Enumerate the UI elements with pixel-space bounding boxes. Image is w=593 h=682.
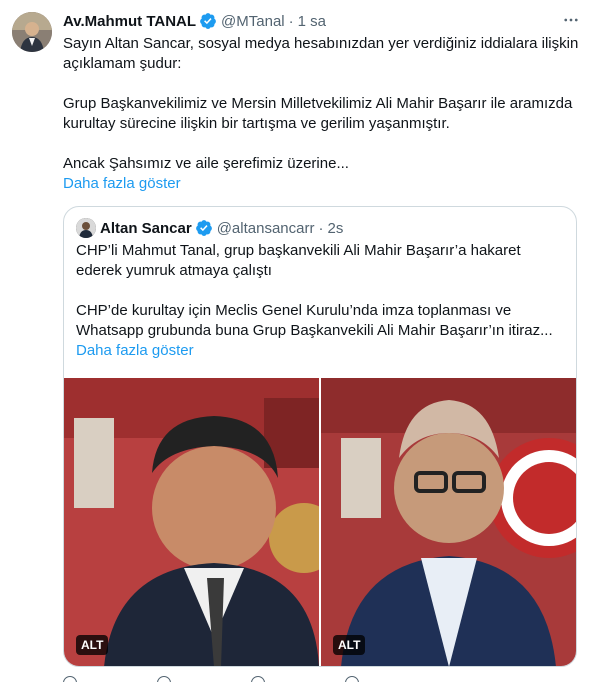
quoted-author-name[interactable]: Altan Sancar	[100, 220, 192, 237]
quoted-tweet-text: CHP’li Mahmut Tanal, grup başkanvekili A…	[76, 241, 566, 361]
reply-icon[interactable]	[63, 676, 77, 682]
quoted-paragraph: CHP’de kurultay için Meclis Genel Kurulu…	[76, 302, 553, 339]
show-more-link[interactable]: Daha fazla göster	[63, 174, 581, 194]
views-icon[interactable]	[345, 676, 359, 682]
media-photo[interactable]: ALT	[321, 378, 576, 666]
author-name[interactable]: Av.Mahmut TANAL	[63, 13, 196, 30]
action-bar	[63, 676, 359, 682]
alt-badge[interactable]: ALT	[76, 635, 109, 655]
tweet-header: Av.Mahmut TANAL @MTanal · 1 sa	[63, 11, 581, 31]
separator-dot: ·	[318, 219, 324, 237]
tweet-text: Sayın Altan Sancar, sosyal medya hesabın…	[63, 34, 581, 194]
verified-badge-icon	[195, 220, 212, 236]
quoted-author-handle: @altansancarr	[216, 219, 315, 237]
retweet-icon[interactable]	[157, 676, 171, 682]
separator-dot: ·	[288, 12, 294, 30]
tweet[interactable]: Av.Mahmut TANAL @MTanal · 1 sa Sayın Alt…	[0, 0, 593, 682]
tweet-paragraph: Sayın Altan Sancar, sosyal medya hesabın…	[63, 35, 579, 72]
tweet-paragraph: Grup Başkanvekilimiz ve Mersin Milletvek…	[63, 95, 573, 132]
more-options-icon[interactable]	[561, 10, 581, 30]
author-avatar[interactable]	[12, 12, 52, 52]
quoted-tweet[interactable]: Altan Sancar @altansancarr · 2s CHP’li M…	[63, 206, 577, 667]
like-icon[interactable]	[251, 676, 265, 682]
media-photo[interactable]: ALT	[64, 378, 319, 666]
quoted-tweet-timestamp: 2s	[327, 219, 344, 237]
tweet-paragraph: Ancak Şahsımız ve aile şerefimiz üzerine…	[63, 155, 349, 172]
quoted-tweet-header: Altan Sancar @altansancarr · 2s	[76, 218, 343, 238]
media-grid: ALT ALT	[64, 378, 576, 666]
show-more-link[interactable]: Daha fazla göster	[76, 341, 566, 361]
verified-badge-icon	[200, 13, 216, 29]
quoted-author-avatar	[76, 218, 96, 238]
quoted-paragraph: CHP’li Mahmut Tanal, grup başkanvekili A…	[76, 242, 521, 279]
alt-badge[interactable]: ALT	[333, 635, 366, 655]
author-handle[interactable]: @MTanal	[221, 13, 285, 30]
tweet-timestamp[interactable]: 1 sa	[298, 13, 326, 30]
